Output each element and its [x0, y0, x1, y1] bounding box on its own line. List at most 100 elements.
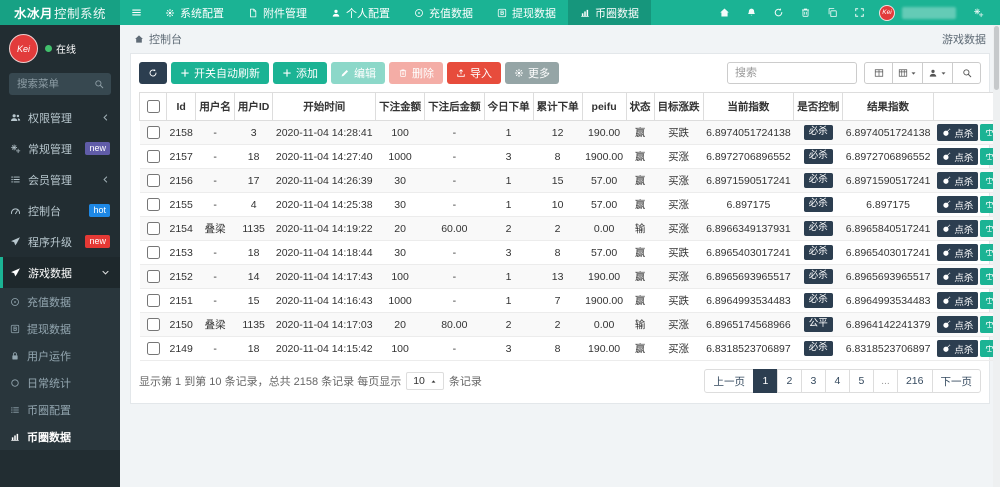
- column-header[interactable]: Id: [167, 93, 196, 121]
- cell-total: 8: [533, 337, 582, 361]
- more-button[interactable]: 更多: [505, 62, 559, 84]
- sidebar-item-5[interactable]: 游戏数据: [0, 257, 120, 288]
- row-checkbox[interactable]: [147, 246, 160, 259]
- sidebar-toggle[interactable]: [120, 0, 153, 25]
- page-2[interactable]: 2: [777, 369, 802, 393]
- kill-button[interactable]: 点杀: [937, 172, 978, 189]
- select-all-checkbox[interactable]: [147, 100, 160, 113]
- kill-button[interactable]: 点杀: [937, 268, 978, 285]
- page-scrollbar[interactable]: [993, 25, 1000, 487]
- kill-button[interactable]: 点杀: [937, 244, 978, 261]
- table-search-input[interactable]: [727, 62, 857, 84]
- kill-button[interactable]: 点杀: [937, 148, 978, 165]
- column-header[interactable]: 下注金额: [376, 93, 425, 121]
- kill-button[interactable]: 点杀: [937, 196, 978, 213]
- brand-bold: 水冰月: [14, 3, 53, 22]
- sidebar-avatar[interactable]: Kei: [9, 34, 38, 63]
- topbar-menu-item[interactable]: 系统配置: [153, 0, 236, 25]
- refresh-button[interactable]: [139, 62, 167, 84]
- row-checkbox[interactable]: [147, 318, 160, 331]
- username-redacted[interactable]: [902, 7, 956, 19]
- row-checkbox[interactable]: [147, 150, 160, 163]
- row-checkbox[interactable]: [147, 294, 160, 307]
- row-checkbox[interactable]: [147, 126, 160, 139]
- page-216[interactable]: 216: [897, 369, 933, 393]
- import-button[interactable]: 导入: [447, 62, 501, 84]
- sidebar-item-3[interactable]: 控制台hot: [0, 195, 120, 226]
- topbar-menu-item[interactable]: 个人配置: [319, 0, 402, 25]
- column-header[interactable]: peifu: [582, 93, 626, 121]
- page-3[interactable]: 3: [801, 369, 826, 393]
- column-header[interactable]: 状态: [626, 93, 654, 121]
- avatar[interactable]: Kei: [879, 5, 895, 21]
- sidebar-item-4[interactable]: 程序升级new: [0, 226, 120, 257]
- refresh-button[interactable]: [765, 0, 792, 25]
- column-header[interactable]: 用户名: [196, 93, 235, 121]
- cell-current: 6.8965174568966: [703, 313, 794, 337]
- breadcrumb-left[interactable]: 控制台: [149, 31, 182, 47]
- delete-button[interactable]: 删除: [389, 62, 443, 84]
- toggle-columns-button[interactable]: [864, 62, 893, 84]
- sidebar-subitem-5[interactable]: 币圈数据: [0, 423, 120, 450]
- kill-button[interactable]: 点杀: [937, 340, 978, 357]
- kill-button[interactable]: 点杀: [937, 292, 978, 309]
- column-header[interactable]: 是否控制: [794, 93, 843, 121]
- auto-refresh-toggle-button[interactable]: 开关自动刷新: [171, 62, 269, 84]
- upload-icon: [456, 68, 466, 78]
- cell-user_id: 18: [234, 337, 273, 361]
- settings-gears-icon[interactable]: [965, 0, 992, 25]
- page-1[interactable]: 1: [753, 369, 778, 393]
- page-5[interactable]: 5: [849, 369, 874, 393]
- topbar-menu-item[interactable]: 充值数据: [402, 0, 485, 25]
- scrollbar-thumb[interactable]: [994, 26, 999, 90]
- control-badge: 必杀: [804, 125, 833, 139]
- export-button[interactable]: [922, 62, 953, 84]
- row-checkbox[interactable]: [147, 222, 160, 235]
- bell-button[interactable]: [738, 0, 765, 25]
- topbar-menu-item[interactable]: 附件管理: [236, 0, 319, 25]
- column-header[interactable]: 用户ID: [234, 93, 273, 121]
- home-button[interactable]: [711, 0, 738, 25]
- column-header[interactable]: 今日下单: [484, 93, 533, 121]
- row-checkbox[interactable]: [147, 342, 160, 355]
- sidebar-item-0[interactable]: 权限管理: [0, 102, 120, 133]
- page-prev[interactable]: 上一页: [704, 369, 754, 393]
- page-4[interactable]: 4: [825, 369, 850, 393]
- column-header[interactable]: 下注后金额: [425, 93, 485, 121]
- search-button[interactable]: [952, 62, 981, 84]
- expand-button[interactable]: [846, 0, 873, 25]
- sidebar-subitem-3[interactable]: 日常统计: [0, 369, 120, 396]
- sidebar-subitem-0[interactable]: 充值数据: [0, 288, 120, 315]
- column-header[interactable]: 开始时间: [273, 93, 376, 121]
- row-checkbox[interactable]: [147, 198, 160, 211]
- sidebar-item-2[interactable]: 会员管理: [0, 164, 120, 195]
- sidebar-subitem-4[interactable]: 币圈配置: [0, 396, 120, 423]
- row-checkbox[interactable]: [147, 270, 160, 283]
- add-button[interactable]: 添加: [273, 62, 327, 84]
- chevron-left-icon: [101, 112, 110, 124]
- row-checkbox[interactable]: [147, 174, 160, 187]
- sidebar-subitem-2[interactable]: 用户运作: [0, 342, 120, 369]
- kill-button[interactable]: 点杀: [937, 220, 978, 237]
- copy-button[interactable]: [819, 0, 846, 25]
- card-view-button[interactable]: [892, 62, 923, 84]
- cell-today: 1: [484, 289, 533, 313]
- edit-button[interactable]: 编辑: [331, 62, 385, 84]
- kill-button[interactable]: 点杀: [937, 124, 978, 141]
- kill-button[interactable]: 点杀: [937, 316, 978, 333]
- column-header[interactable]: 当前指数: [703, 93, 794, 121]
- topbar-menu-item[interactable]: 币圈数据: [568, 0, 651, 25]
- column-header[interactable]: 目标涨跌: [654, 93, 703, 121]
- trash-button[interactable]: [792, 0, 819, 25]
- sidebar-item-1[interactable]: 常规管理new: [0, 133, 120, 164]
- page-next[interactable]: 下一页: [932, 369, 982, 393]
- page-size-select[interactable]: 10: [406, 372, 444, 390]
- column-header[interactable]: 结果指数: [843, 93, 934, 121]
- bomb-icon: [942, 320, 951, 329]
- column-header[interactable]: 操作: [933, 93, 1000, 121]
- sidebar-subitem-1[interactable]: 提现数据: [0, 315, 120, 342]
- topbar-menu-item[interactable]: 提现数据: [485, 0, 568, 25]
- column-header[interactable]: 累计下单: [533, 93, 582, 121]
- cell-current: 6.8966349137931: [703, 217, 794, 241]
- search-icon[interactable]: [94, 78, 104, 90]
